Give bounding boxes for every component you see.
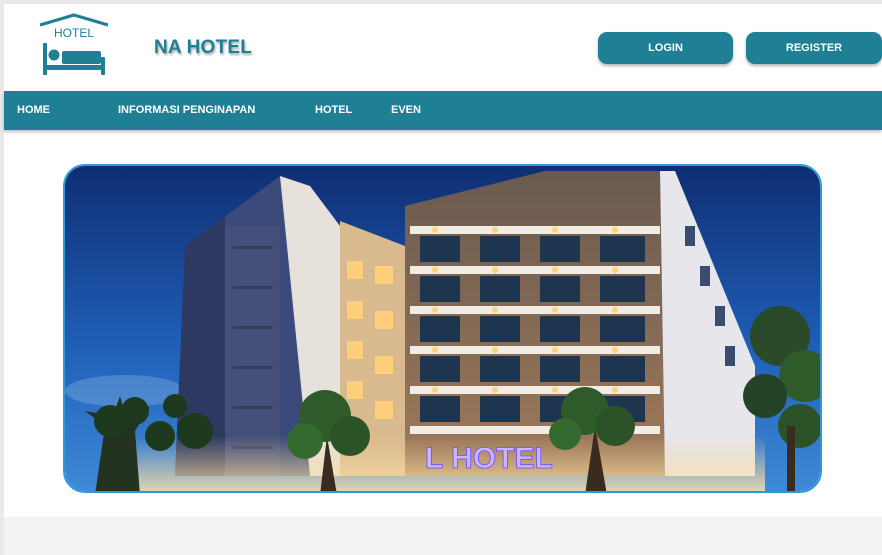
brand-name: NA HOTEL	[154, 37, 253, 58]
hotel-roof-icon	[39, 13, 109, 27]
hero-image: L HOTEL	[63, 164, 822, 493]
login-button[interactable]: LOGIN	[598, 32, 733, 64]
nav-item-home[interactable]: HOME	[17, 91, 50, 130]
page: HOTEL NA HOTEL LOGIN REGISTER HOME INFOR…	[4, 4, 882, 555]
bed-icon	[43, 43, 105, 75]
logo-text: HOTEL	[54, 26, 94, 40]
header: HOTEL NA HOTEL LOGIN REGISTER	[4, 4, 882, 90]
nav-item-hotel[interactable]: HOTEL	[315, 91, 352, 130]
nav-item-informasi-penginapan[interactable]: INFORMASI PENGINAPAN	[118, 91, 255, 130]
nav-item-even[interactable]: EVEN	[391, 91, 421, 130]
footer-band	[4, 517, 882, 555]
register-button[interactable]: REGISTER	[746, 32, 882, 64]
hotel-logo: HOTEL	[39, 13, 109, 75]
hotel-sign: L HOTEL	[425, 442, 553, 475]
hotel-photo: L HOTEL	[65, 166, 820, 491]
main-nav: HOME INFORMASI PENGINAPAN HOTEL EVEN	[4, 91, 882, 130]
